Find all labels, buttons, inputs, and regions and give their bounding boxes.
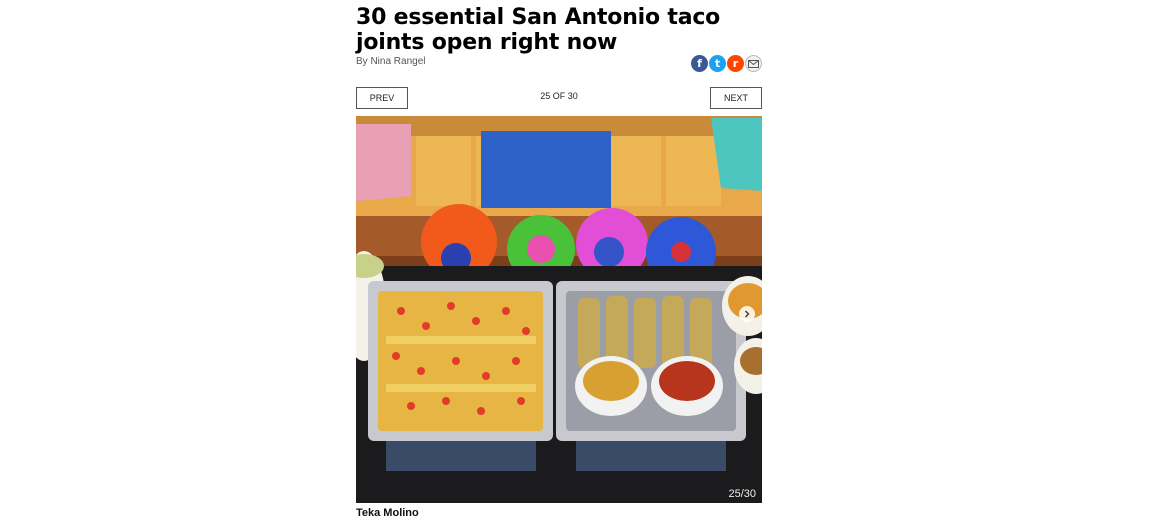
share-bar: f t r — [691, 55, 762, 72]
article-title: 30 essential San Antonio taco joints ope… — [356, 5, 721, 55]
next-button[interactable]: NEXT — [710, 87, 762, 109]
reddit-icon[interactable]: r — [727, 55, 744, 72]
photo-counter: 25/30 — [728, 488, 756, 500]
taco-tray-photo — [356, 116, 762, 503]
gallery-photo[interactable]: 25/30 — [356, 116, 762, 503]
twitter-icon[interactable]: t — [709, 55, 726, 72]
slide-counter: 25 OF 30 — [540, 91, 578, 101]
chevron-right-icon — [744, 310, 750, 318]
photo-caption: Teka Molino — [356, 507, 419, 519]
article: 30 essential San Antonio taco joints ope… — [356, 0, 762, 519]
next-slide-arrow[interactable] — [739, 306, 755, 322]
mail-icon[interactable] — [745, 55, 762, 72]
facebook-icon[interactable]: f — [691, 55, 708, 72]
byline[interactable]: By Nina Rangel — [356, 56, 425, 67]
envelope-glyph — [748, 59, 759, 68]
